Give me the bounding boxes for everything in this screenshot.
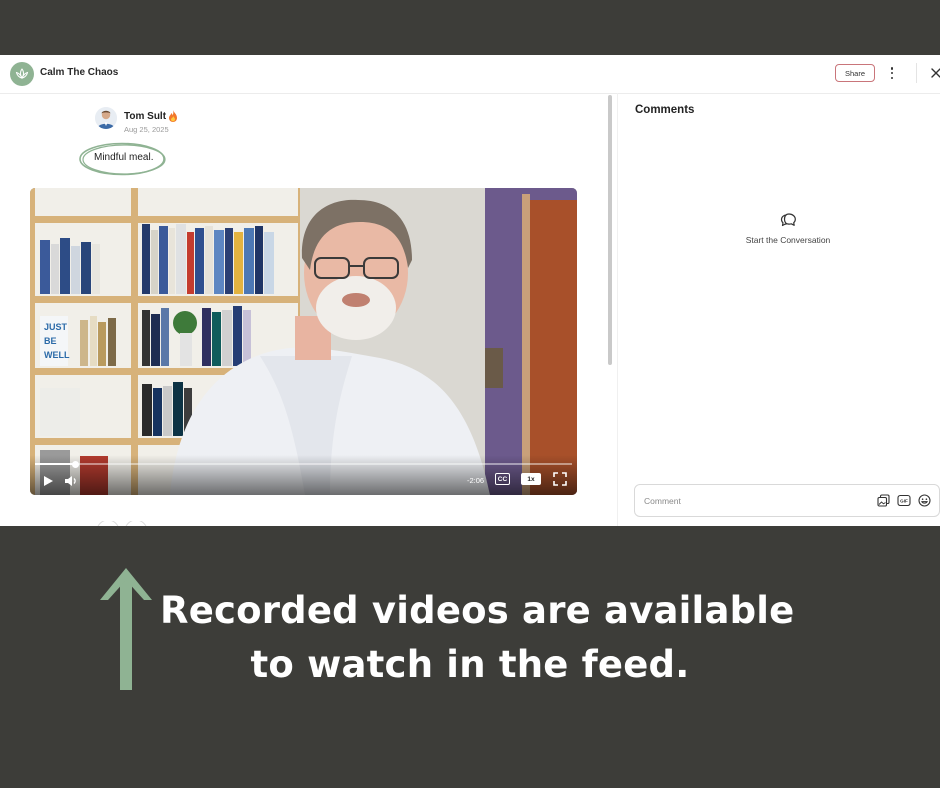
video-controls: -2:06 CC 1x: [30, 455, 577, 495]
video-frame: JUST BE WELL: [30, 188, 577, 495]
comment-box: GIF: [634, 484, 940, 517]
close-icon[interactable]: [929, 66, 940, 80]
top-bar: Calm The Chaos Share: [0, 55, 940, 94]
play-icon[interactable]: [42, 475, 54, 487]
captions-button[interactable]: CC: [495, 473, 510, 485]
reaction-buttons[interactable]: [95, 521, 155, 526]
comments-title: Comments: [635, 104, 695, 116]
fire-icon: [169, 110, 177, 122]
gif-icon[interactable]: GIF: [897, 494, 911, 507]
banner-line-2: to watch in the feed.: [250, 643, 690, 686]
comment-input[interactable]: [644, 493, 844, 508]
video-progress-fill: [35, 463, 75, 465]
svg-text:JUST: JUST: [44, 322, 68, 332]
video-progress-bar[interactable]: [35, 460, 572, 468]
image-icon[interactable]: [877, 494, 890, 507]
app-name[interactable]: Calm The Chaos: [40, 67, 118, 78]
chat-bubbles-icon: [780, 213, 796, 227]
fullscreen-icon[interactable]: [553, 472, 567, 486]
banner-headline: Recorded videos are available to watch i…: [160, 584, 795, 692]
post-text: Mindful meal.: [94, 152, 154, 163]
time-remaining: -2:06: [467, 476, 485, 485]
panel-divider: [617, 93, 618, 526]
up-arrow-icon: [100, 568, 152, 690]
empty-comments-text: Start the Conversation: [745, 235, 831, 245]
avatar[interactable]: [95, 107, 117, 129]
svg-text:WELL: WELL: [44, 350, 70, 360]
svg-text:BE: BE: [44, 336, 57, 346]
banner-line-1: Recorded videos are available: [160, 589, 795, 632]
svg-text:GIF: GIF: [900, 499, 908, 504]
toolbar-divider: [916, 63, 917, 83]
post-date: Aug 25, 2025: [124, 125, 169, 134]
lotus-icon[interactable]: [10, 62, 34, 86]
video-progress-handle[interactable]: [72, 460, 79, 468]
emoji-icon[interactable]: [918, 494, 931, 507]
volume-icon[interactable]: [64, 474, 78, 488]
post-author[interactable]: Tom Sult: [124, 111, 166, 122]
share-button[interactable]: Share: [835, 64, 875, 82]
app-window: Calm The Chaos Share Tom Sult Aug 25, 20…: [0, 55, 940, 526]
video-player[interactable]: JUST BE WELL -2:06 CC 1x: [30, 188, 577, 495]
feed-scrollbar[interactable]: [608, 95, 612, 365]
kebab-menu-icon[interactable]: [886, 65, 898, 81]
playback-speed-button[interactable]: 1x: [521, 473, 541, 485]
